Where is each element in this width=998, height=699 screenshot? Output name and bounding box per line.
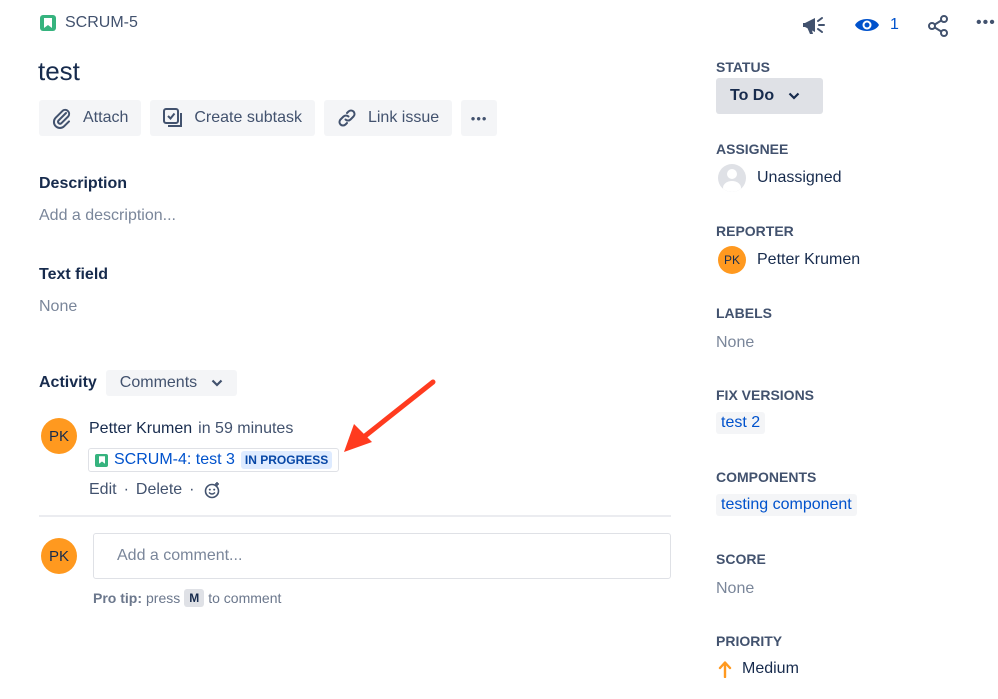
activity-filter-select[interactable]: Comments xyxy=(105,370,238,396)
story-icon xyxy=(40,15,56,31)
link-icon xyxy=(338,109,356,127)
comment-header: Petter Krumen in 59 minutes xyxy=(89,420,293,438)
issue-toolbar: Attach Create subtask Link issue ••• xyxy=(39,100,498,136)
pro-tip-post: to comment xyxy=(208,590,282,606)
create-subtask-button[interactable]: Create subtask xyxy=(150,100,315,136)
priority-field[interactable]: Medium xyxy=(718,660,799,678)
delete-comment-button[interactable]: Delete xyxy=(136,481,182,499)
comment-time: in 59 minutes xyxy=(198,420,294,437)
activity-divider xyxy=(39,515,671,517)
pro-tip-pre: press xyxy=(146,590,181,606)
toolbar-more-button[interactable]: ••• xyxy=(461,100,498,136)
activity-heading: Activity xyxy=(39,374,97,391)
create-subtask-label: Create subtask xyxy=(194,109,302,126)
paperclip-icon xyxy=(53,108,71,129)
linked-issue-chip[interactable]: SCRUM-4: test 3 IN PROGRESS xyxy=(88,448,340,472)
reporter-field[interactable]: PK Petter Krumen xyxy=(718,246,860,274)
assignee-field[interactable]: Unassigned xyxy=(718,164,842,192)
chevron-down-icon xyxy=(211,379,223,387)
attach-button[interactable]: Attach xyxy=(39,100,142,136)
description-heading: Description xyxy=(39,175,128,192)
linked-issue-link[interactable]: SCRUM-4: test 3 xyxy=(114,451,235,469)
fix-version-tag[interactable]: test 2 xyxy=(716,412,766,434)
add-comment-input[interactable]: Add a comment... xyxy=(93,533,671,579)
reporter-label: REPORTER xyxy=(716,223,794,239)
components-label: COMPONENTS xyxy=(716,469,817,485)
reporter-avatar: PK xyxy=(718,246,746,274)
megaphone-icon xyxy=(803,17,825,34)
labels-label: LABELS xyxy=(716,305,772,321)
pro-tip: Pro tip: press M to comment xyxy=(93,589,281,607)
watch-button[interactable]: 1 xyxy=(854,15,899,35)
assignee-label: ASSIGNEE xyxy=(716,141,789,157)
assignee-value: Unassigned xyxy=(757,169,842,186)
more-actions-button[interactable]: ••• xyxy=(976,14,996,32)
watchers-count: 1 xyxy=(890,16,899,33)
feedback-button[interactable] xyxy=(801,12,827,43)
separator-dot: · xyxy=(123,481,129,498)
text-field-heading: Text field xyxy=(39,266,109,283)
separator-dot: · xyxy=(189,481,195,498)
status-label: STATUS xyxy=(716,59,770,75)
link-issue-button[interactable]: Link issue xyxy=(323,100,453,136)
component-tag[interactable]: testing component xyxy=(716,494,857,516)
issue-title[interactable]: test xyxy=(38,56,80,87)
description-field[interactable]: Add a description... xyxy=(39,207,176,225)
score-label: SCORE xyxy=(716,551,766,567)
arrow-up-icon xyxy=(718,661,732,678)
score-value[interactable]: None xyxy=(716,580,754,598)
status-badge: IN PROGRESS xyxy=(240,451,333,469)
issue-key-breadcrumb[interactable]: SCRUM-5 xyxy=(40,14,138,32)
emoji-icon[interactable] xyxy=(203,481,221,499)
attach-label: Attach xyxy=(83,109,129,126)
eye-icon xyxy=(855,19,879,31)
pro-tip-label: Pro tip: xyxy=(93,590,142,606)
activity-header: Activity Comments xyxy=(39,370,238,396)
comment-author-avatar[interactable]: PK xyxy=(41,418,77,454)
text-field-value[interactable]: None xyxy=(39,298,77,316)
shortcut-key: M xyxy=(184,589,205,607)
comment-author[interactable]: Petter Krumen xyxy=(89,420,192,437)
fix-versions-label: FIX VERSIONS xyxy=(716,387,815,403)
link-issue-label: Link issue xyxy=(367,109,440,126)
comment-actions: Edit · Delete · xyxy=(89,481,221,499)
story-icon xyxy=(95,453,108,467)
annotation-arrow xyxy=(344,379,436,452)
chevron-down-icon xyxy=(788,92,800,100)
activity-filter-value: Comments xyxy=(119,374,198,391)
labels-value[interactable]: None xyxy=(716,334,754,352)
priority-label: PRIORITY xyxy=(716,633,783,649)
issue-key[interactable]: SCRUM-5 xyxy=(65,14,138,32)
share-button[interactable] xyxy=(926,14,950,43)
share-icon xyxy=(928,15,948,37)
edit-comment-button[interactable]: Edit xyxy=(89,481,117,499)
status-dropdown[interactable]: To Do xyxy=(716,78,823,114)
reporter-value: Petter Krumen xyxy=(757,251,861,268)
current-user-avatar: PK xyxy=(41,538,77,574)
unassigned-avatar-icon xyxy=(718,164,746,192)
status-value: To Do xyxy=(730,87,775,104)
priority-value: Medium xyxy=(742,660,799,677)
subtask-icon xyxy=(163,108,183,127)
